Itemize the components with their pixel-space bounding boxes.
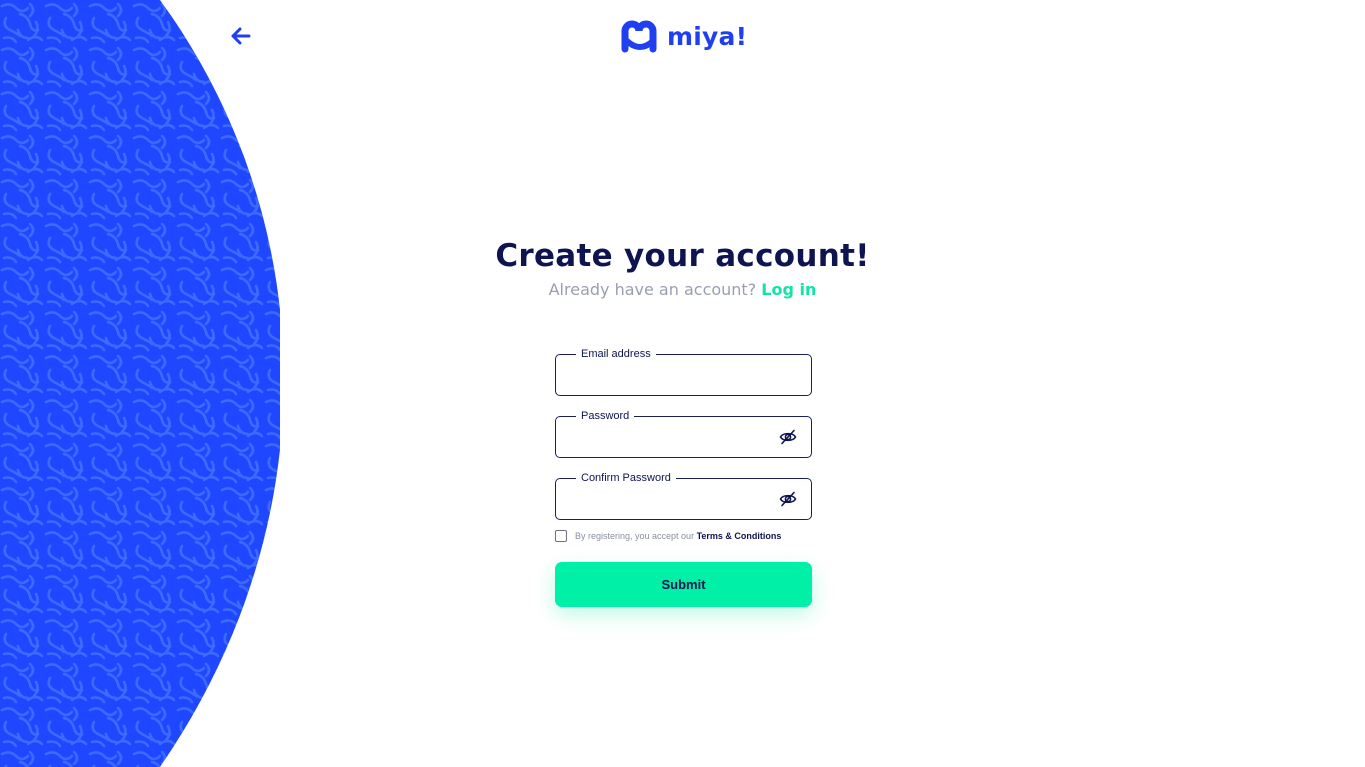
password-input[interactable] [566, 423, 776, 451]
page-title: Create your account! [495, 238, 870, 274]
eye-off-icon[interactable] [779, 429, 797, 445]
terms-row: By registering, you accept our Terms & C… [555, 529, 781, 543]
email-input[interactable] [566, 361, 776, 389]
password-label: Password [576, 409, 635, 423]
eye-off-icon[interactable] [779, 491, 797, 507]
login-prompt-text: Already have an account? [548, 280, 762, 299]
email-field: Email address [555, 347, 812, 396]
submit-button[interactable]: Submit [555, 562, 812, 607]
miya-logo-icon [621, 20, 657, 53]
confirm-password-label: Confirm Password [576, 471, 676, 485]
terms-link[interactable]: Terms & Conditions [697, 531, 782, 541]
login-prompt: Already have an account? Log in [0, 280, 1365, 299]
terms-checkbox[interactable] [555, 530, 567, 542]
signup-page: miya! Create your account! Already have … [0, 0, 1365, 767]
brand-logo: miya! [621, 18, 747, 54]
login-link[interactable]: Log in [761, 280, 816, 299]
email-label: Email address [576, 347, 656, 361]
terms-text: By registering, you accept our Terms & C… [575, 531, 781, 541]
logo-wordmark: miya! [667, 21, 748, 51]
arrow-left-icon [231, 27, 251, 45]
confirm-password-field: Confirm Password [555, 471, 812, 520]
password-field: Password [555, 409, 812, 458]
decorative-pattern-panel [0, 0, 280, 767]
terms-prefix: By registering, you accept our [575, 531, 697, 541]
confirm-password-input[interactable] [566, 485, 776, 513]
back-button[interactable] [226, 22, 254, 50]
